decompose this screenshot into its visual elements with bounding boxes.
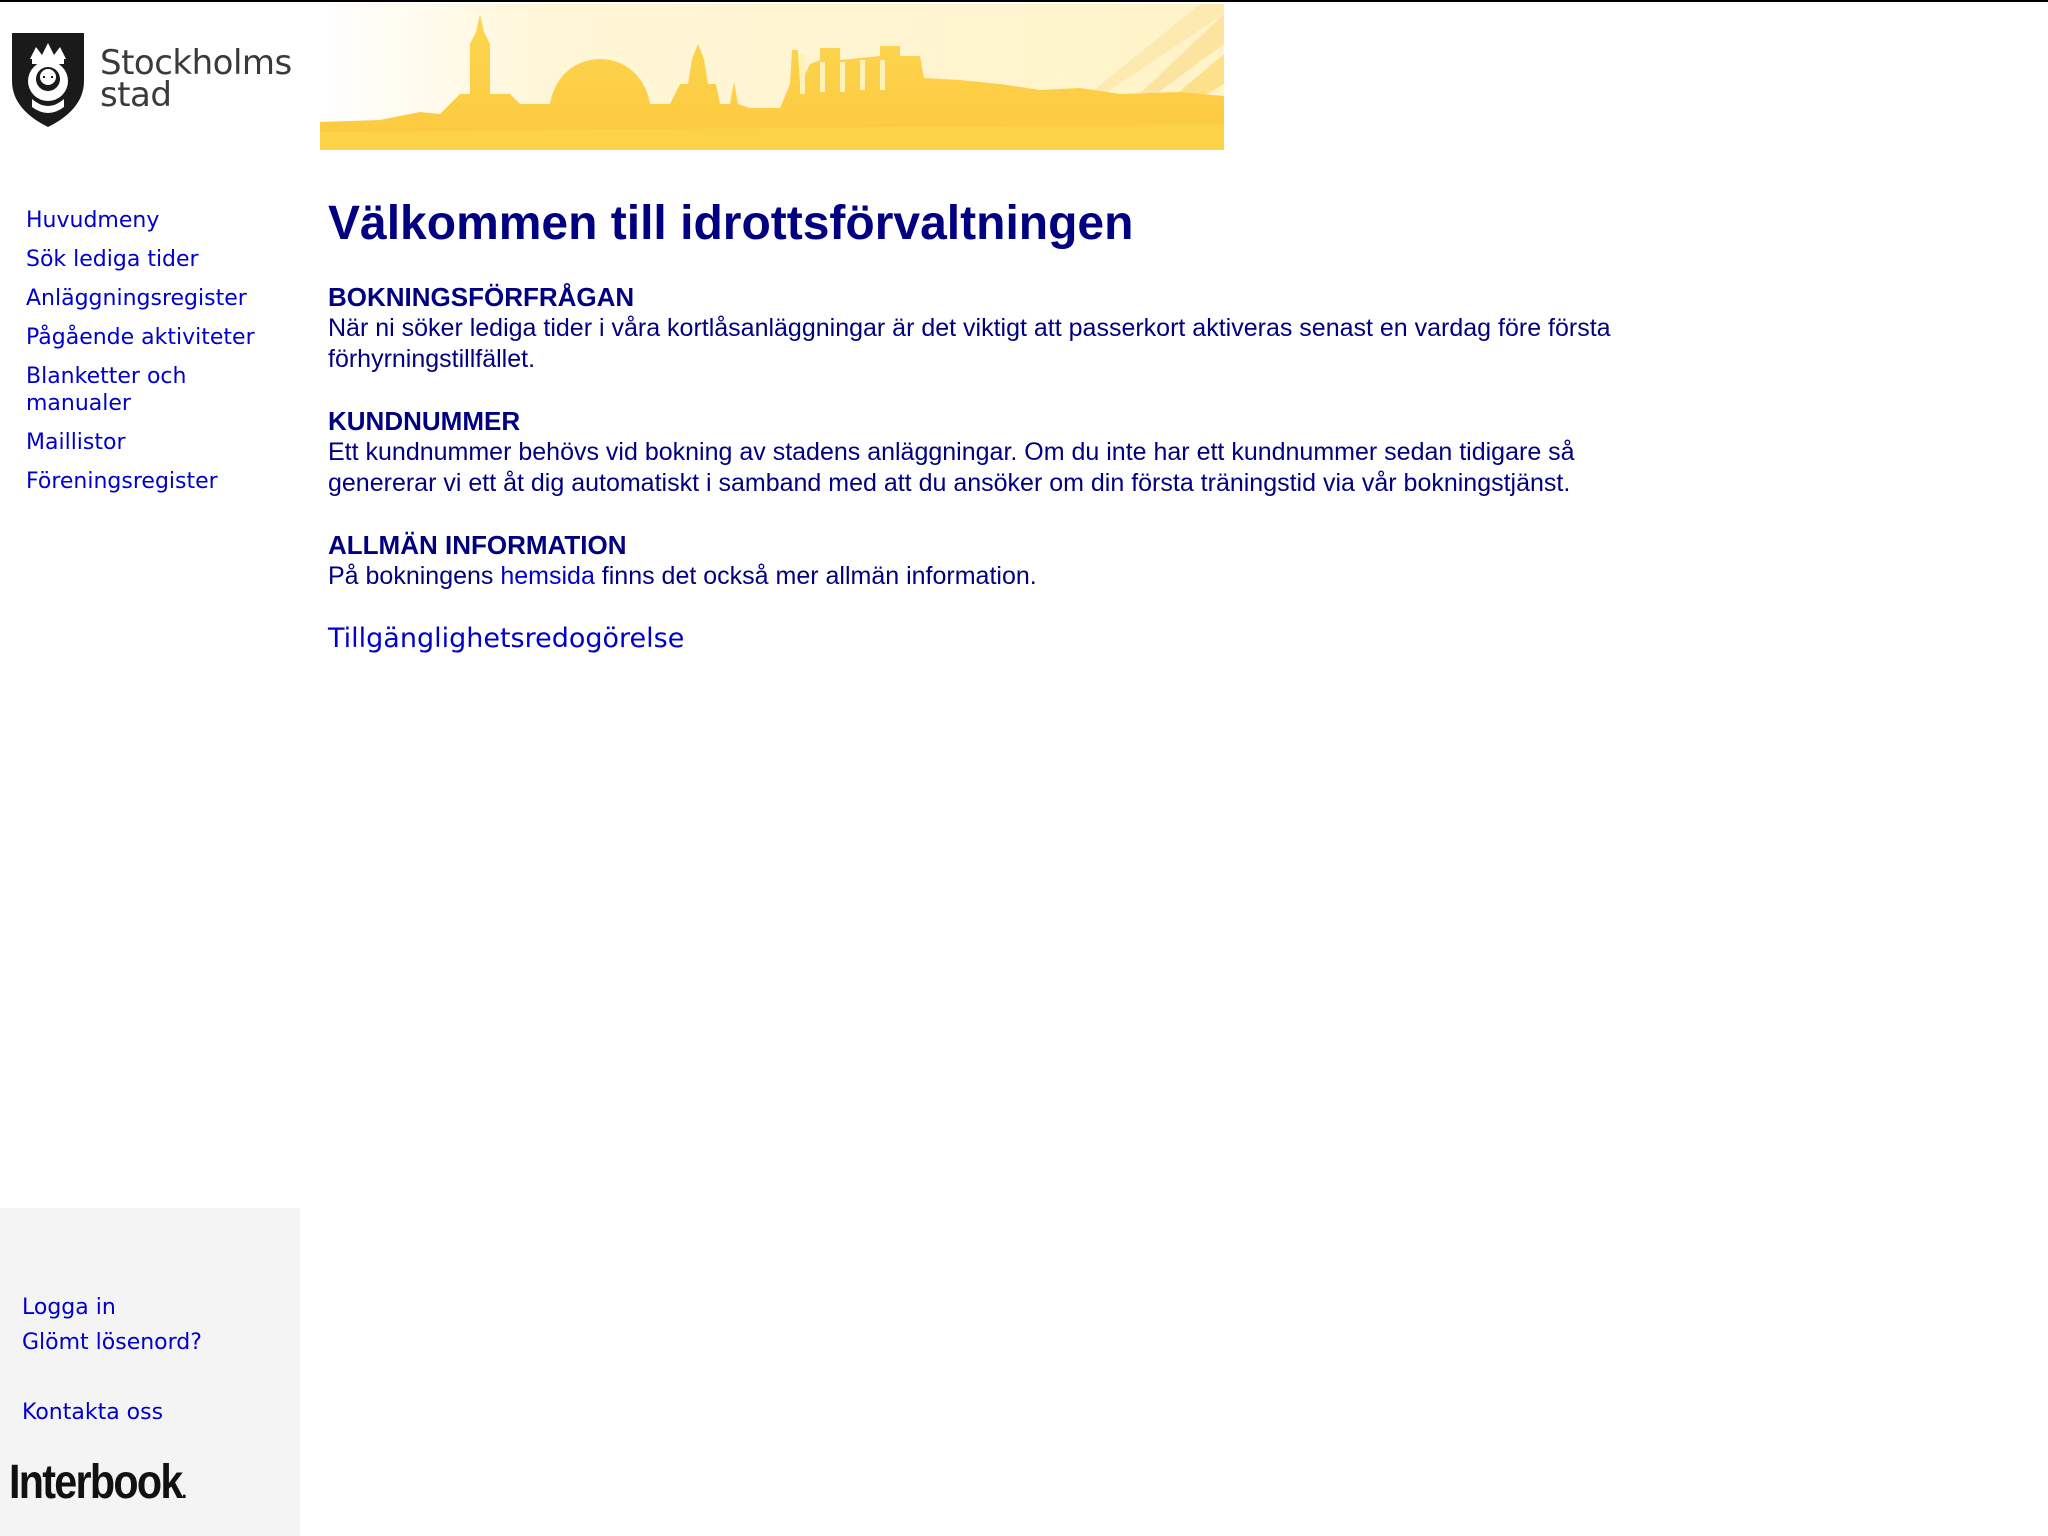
section-kundnummer: KUNDNUMMER Ett kundnummer behövs vid bok… [328, 406, 1668, 499]
sidebar-nav: Huvudmeny Sök lediga tider Anläggningsre… [26, 207, 296, 507]
main-content: Välkommen till idrottsförvaltningen BOKN… [328, 192, 1668, 656]
forgot-password-link[interactable]: Glömt lösenord? [22, 1329, 202, 1356]
section-heading: BOKNINGSFÖRFRÅGAN [328, 282, 635, 312]
section-heading: ALLMÄN INFORMATION [328, 530, 627, 560]
logo-line-2: stad [100, 75, 172, 115]
sidebar-item-maillistor[interactable]: Maillistor [26, 429, 296, 456]
section-text: Ett kundnummer behövs vid bokning av sta… [328, 438, 1575, 497]
logo-text: Stockholms stad [100, 46, 292, 115]
section-text-before: På bokningens [328, 562, 501, 590]
page: Stockholms stad Huvudmeny Sök lediga tid… [0, 0, 2048, 1536]
section-allman-information: ALLMÄN INFORMATION På bokningens hemsida… [328, 530, 1668, 592]
sidebar-item-sok-lediga-tider[interactable]: Sök lediga tider [26, 246, 296, 273]
interbook-brand: Interbook [9, 1456, 183, 1509]
section-heading: KUNDNUMMER [328, 406, 521, 436]
stockholm-crest-icon [12, 33, 84, 127]
interbook-dot: . [181, 1478, 187, 1503]
sidebar-item-anlaggningsregister[interactable]: Anläggningsregister [26, 285, 296, 312]
page-title: Välkommen till idrottsförvaltningen [328, 197, 1134, 250]
sidebar-item-blanketter-och-manualer[interactable]: Blanketter och manualer [26, 363, 226, 417]
sidebar-item-foreningsregister[interactable]: Föreningsregister [26, 468, 296, 495]
stockholm-skyline-banner [320, 4, 1224, 150]
section-text: På bokningens hemsida finns det också me… [328, 561, 1668, 592]
contact-link[interactable]: Kontakta oss [22, 1399, 163, 1426]
stockholms-stad-logo[interactable]: Stockholms stad [8, 29, 292, 129]
login-link[interactable]: Logga in [22, 1294, 116, 1321]
section-text: När ni söker lediga tider i våra kortlås… [328, 314, 1611, 373]
accessibility-statement-link[interactable]: Tillgänglighetsredogörelse [328, 622, 684, 656]
interbook-logo: Interbook. [9, 1458, 187, 1516]
sidebar-item-pagaende-aktiviteter[interactable]: Pågående aktiviteter [26, 324, 296, 351]
section-bokningsforfragan: BOKNINGSFÖRFRÅGAN När ni söker lediga ti… [328, 282, 1668, 375]
hemsida-link[interactable]: hemsida [500, 562, 595, 590]
bottom-panel: Logga in Glömt lösenord? Kontakta oss In… [0, 1208, 300, 1536]
section-text-after: finns det också mer allmän information. [594, 562, 1037, 590]
sidebar-item-huvudmeny[interactable]: Huvudmeny [26, 207, 296, 234]
